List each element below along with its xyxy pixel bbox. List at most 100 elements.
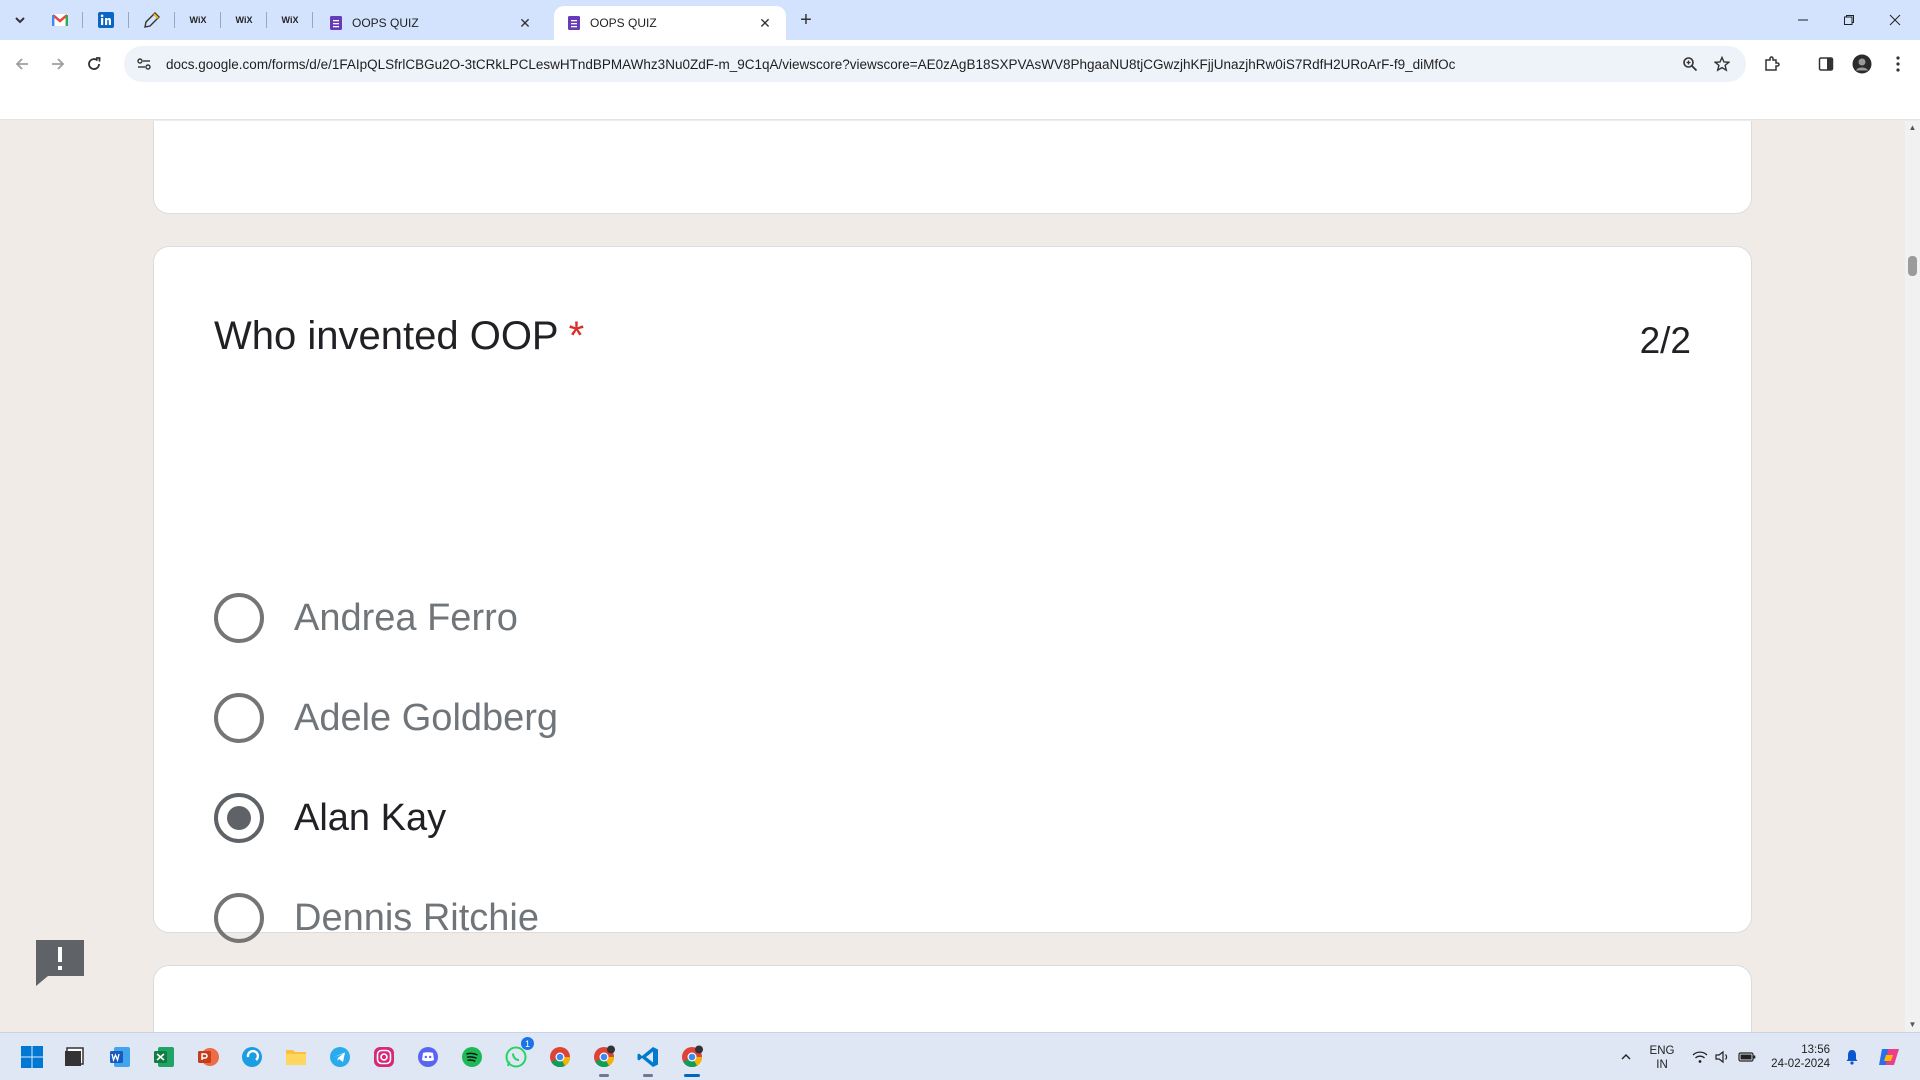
pinned-tab-pen[interactable]	[136, 8, 168, 32]
taskbar-app-file-explorer[interactable]	[280, 1041, 312, 1073]
pinned-tab-gmail[interactable]	[44, 8, 76, 32]
close-icon[interactable]: ✕	[756, 14, 774, 32]
option-label: Andrea Ferro	[294, 596, 518, 639]
start-button[interactable]	[16, 1041, 48, 1073]
tab-title: OOPS QUIZ	[590, 16, 657, 30]
side-panel-icon	[1818, 57, 1834, 71]
option-alan-kay[interactable]: Alan Kay	[214, 788, 446, 848]
taskbar-app-chrome-profile[interactable]	[588, 1041, 620, 1077]
profile-avatar[interactable]	[1848, 50, 1876, 78]
discord-icon	[418, 1047, 438, 1067]
tab-strip: WiX WiX WiX OOPS QUIZ ✕ OOPS QUIZ ✕ +	[0, 0, 1920, 40]
pinned-tab-wix-3[interactable]: WiX	[274, 8, 306, 32]
pinned-tab-linkedin[interactable]	[90, 8, 122, 32]
restore-icon	[1844, 15, 1854, 25]
clock-time: 13:56	[1801, 1044, 1830, 1056]
pinned-tab-wix-1[interactable]: WiX	[182, 8, 214, 32]
notification-badge: 1	[521, 1037, 534, 1050]
scroll-up-arrow-icon[interactable]: ▲	[1908, 123, 1917, 132]
taskbar-app-instagram[interactable]	[368, 1041, 400, 1073]
chrome-icon	[550, 1047, 571, 1068]
address-bar[interactable]: docs.google.com/forms/d/e/1FAIpQLSfrlCBG…	[124, 46, 1746, 82]
side-panel-button[interactable]	[1812, 50, 1840, 78]
option-andrea-ferro[interactable]: Andrea Ferro	[214, 588, 518, 648]
taskbar-app-vscode[interactable]	[632, 1041, 664, 1077]
option-adele-goldberg[interactable]: Adele Goldberg	[214, 688, 558, 748]
chevron-up-icon	[1621, 1054, 1631, 1060]
taskbar-app-spotify[interactable]	[456, 1041, 488, 1073]
file-explorer-icon	[286, 1050, 306, 1065]
scroll-down-arrow-icon[interactable]: ▼	[1908, 1020, 1917, 1029]
chrome-active-icon	[682, 1045, 703, 1068]
notification-bell-icon[interactable]	[1842, 1047, 1862, 1067]
option-label: Alan Kay	[294, 796, 447, 839]
reload-icon	[88, 57, 101, 70]
taskbar-app-excel[interactable]	[148, 1041, 180, 1073]
tab-search-button[interactable]	[8, 8, 32, 32]
word-icon	[110, 1047, 130, 1067]
tab-oops-quiz-1[interactable]: OOPS QUIZ ✕	[316, 6, 546, 40]
taskbar-app-task-view[interactable]	[58, 1041, 90, 1073]
new-tab-button[interactable]: +	[794, 8, 818, 32]
taskbar-app-telegram[interactable]	[324, 1041, 356, 1073]
tab-title: OOPS QUIZ	[352, 16, 419, 30]
reload-button[interactable]	[80, 50, 108, 78]
google-forms-icon	[330, 16, 342, 30]
radio-button[interactable]	[214, 593, 264, 643]
show-hidden-icons-button[interactable]	[1616, 1047, 1636, 1067]
close-window-button[interactable]	[1872, 0, 1918, 40]
back-button[interactable]	[8, 50, 36, 78]
scroll-thumb[interactable]	[1908, 256, 1917, 276]
input-language-indicator[interactable]: ENG IN	[1648, 1044, 1676, 1072]
excel-icon	[154, 1047, 174, 1067]
taskbar-app-chrome-active[interactable]	[676, 1041, 708, 1077]
taskbar-app-edge[interactable]	[236, 1041, 268, 1073]
option-dennis-ritchie[interactable]: Dennis Ritchie	[214, 888, 539, 948]
bookmark-star-icon[interactable]	[1712, 54, 1732, 74]
taskbar-app-whatsapp[interactable]: 1	[500, 1037, 534, 1073]
clock[interactable]: 13:56 24-02-2024	[1770, 1043, 1830, 1071]
edge-icon	[242, 1047, 262, 1067]
report-problem-button[interactable]	[34, 936, 86, 988]
spotify-icon	[462, 1047, 482, 1067]
forward-button[interactable]	[44, 50, 72, 78]
instagram-icon	[374, 1047, 394, 1067]
powerpoint-icon	[198, 1048, 219, 1066]
radio-button[interactable]	[214, 893, 264, 943]
minimize-button[interactable]	[1780, 0, 1826, 40]
pinned-tab-wix-2[interactable]: WiX	[228, 8, 260, 32]
linkedin-icon	[98, 12, 114, 28]
vertical-scrollbar[interactable]: ▲ ▼	[1905, 121, 1920, 1032]
taskbar-app-chrome[interactable]	[544, 1041, 576, 1073]
tab-oops-quiz-2[interactable]: OOPS QUIZ ✕	[554, 6, 786, 40]
taskbar-app-discord[interactable]	[412, 1041, 444, 1073]
gmail-icon	[52, 14, 68, 26]
copilot-icon[interactable]	[1876, 1044, 1902, 1070]
wix-icon: WiX	[281, 15, 299, 25]
previous-question-card	[153, 121, 1752, 214]
minimize-icon	[1798, 19, 1808, 21]
pen-icon	[144, 12, 160, 28]
close-icon[interactable]: ✕	[516, 14, 534, 32]
google-forms-icon	[568, 16, 580, 30]
zoom-icon[interactable]	[1680, 54, 1700, 74]
wix-icon: WiX	[235, 15, 253, 25]
radio-button[interactable]	[214, 693, 264, 743]
browser-toolbar: docs.google.com/forms/d/e/1FAIpQLSfrlCBG…	[0, 40, 1920, 120]
chrome-menu-button[interactable]	[1884, 50, 1912, 78]
language-code: ENG	[1649, 1045, 1675, 1057]
wifi-icon[interactable]	[1690, 1047, 1710, 1067]
volume-icon[interactable]	[1713, 1047, 1733, 1067]
next-question-card	[153, 965, 1752, 1032]
avatar	[1852, 54, 1872, 74]
required-asterisk: *	[568, 314, 585, 358]
arrow-right-icon	[52, 58, 65, 70]
site-info-icon[interactable]	[132, 52, 156, 76]
restore-button[interactable]	[1826, 0, 1872, 40]
close-icon	[1889, 14, 1901, 26]
radio-button-selected[interactable]	[214, 793, 264, 843]
taskbar-app-word[interactable]	[104, 1041, 136, 1073]
extensions-button[interactable]	[1758, 50, 1786, 78]
taskbar-app-powerpoint[interactable]	[192, 1041, 224, 1073]
battery-icon[interactable]	[1737, 1047, 1757, 1067]
